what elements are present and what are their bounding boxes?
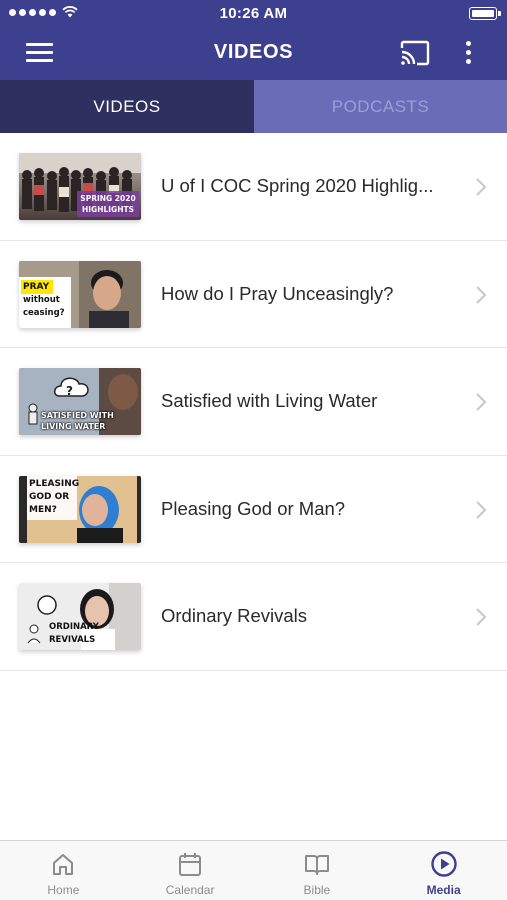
video-thumbnail: ORDINARY REVIVALS [19,583,141,650]
chevron-right-icon [476,178,487,196]
thumbnail-caption-line: GOD OR [29,491,70,502]
video-list-item[interactable]: ORDINARY REVIVALS Ordinary Revivals [0,563,507,671]
thumbnail-caption-line: MEN? [29,504,57,515]
thumbnail-caption-line: SPRING 2020 [80,194,136,203]
video-title: Ordinary Revivals [161,605,307,626]
book-icon [304,855,329,875]
chevron-right-icon [476,393,487,411]
svg-text:?: ? [66,384,73,398]
video-thumbnail: ? SATISFIED WITH LIVING WATER [19,368,141,435]
chevron-right-icon [476,608,487,626]
thumbnail-caption: ORDINARY REVIVALS [49,621,99,647]
thumbnail-caption-line: without [23,294,60,305]
bottom-tab-label: Media [426,883,461,897]
app-screen: 10:26 AM VIDEOS VIDEOS PODCASTS SPRING 2… [0,0,507,900]
nav-bar: VIDEOS [0,28,507,80]
video-thumbnail: SPRING 2020 HIGHLIGHTS [19,153,141,220]
thumbnail-caption-line: HIGHLIGHTS [81,205,135,214]
thumbnail-caption-line: ORDINARY [49,622,99,632]
home-icon [53,854,74,875]
thumbnail-caption-line: PLEASING [29,478,80,489]
thumbnail-caption-line: ceasing? [23,307,65,318]
video-thumbnail: PRAY without ceasing? [19,260,141,328]
tab-videos[interactable]: VIDEOS [0,80,254,133]
video-thumbnail: PLEASING GOD OR MEN? [19,475,141,543]
more-options-button[interactable] [458,39,478,67]
video-title: Pleasing God or Man? [161,497,346,519]
play-circle-icon [430,851,457,877]
thumbnail-caption-line: SATISFIED WITH [41,411,114,420]
segment-tabs: VIDEOS PODCASTS [0,80,507,133]
video-list: SPRING 2020 HIGHLIGHTS U of I COC Spring… [0,133,507,671]
video-title: Satisfied with Living Water [161,390,378,411]
video-list-item[interactable]: SPRING 2020 HIGHLIGHTS U of I COC Spring… [0,133,507,241]
bottom-tab-label: Home [47,883,80,897]
tab-podcasts[interactable]: PODCASTS [254,80,507,133]
bottom-tab-calendar[interactable]: Calendar [127,841,254,900]
chevron-right-icon [476,285,487,304]
calendar-icon [179,853,202,876]
thumbnail-caption-line: PRAY [23,281,50,292]
thumbnail-caption: PRAY without ceasing? [23,280,65,320]
thumbnail-caption: SPRING 2020 HIGHLIGHTS [77,193,139,215]
chevron-right-icon [476,500,487,519]
video-list-item[interactable]: PLEASING GOD OR MEN? Pleasing God or Man… [0,455,507,563]
status-bar: 10:26 AM [0,0,507,28]
thumbnail-caption: PLEASING GOD OR MEN? [29,478,79,517]
cast-icon [400,40,430,66]
cast-button[interactable] [399,39,431,67]
bottom-tab-label: Calendar [165,883,215,897]
bottom-tab-bar: Home Calendar Bible Media [0,840,507,900]
bottom-tab-label: Bible [303,883,331,897]
thumbnail-caption-line: REVIVALS [49,635,96,645]
video-list-item[interactable]: ? SATISFIED WITH LIVING WATER Satisfied … [0,348,507,456]
battery-icon [469,7,501,20]
bottom-tab-bible[interactable]: Bible [254,841,381,900]
bottom-tab-home[interactable]: Home [0,841,127,900]
status-time: 10:26 AM [219,5,288,22]
video-title: How do I Pray Unceasingly? [161,282,394,304]
thumbnail-caption: SATISFIED WITH LIVING WATER [41,410,114,432]
video-list-item[interactable]: PRAY without ceasing? How do I Pray Unce… [0,240,507,348]
thumbnail-caption-line: LIVING WATER [41,422,106,431]
bottom-tab-media[interactable]: Media [380,841,507,900]
video-title: U of I COC Spring 2020 Highlig... [161,175,434,196]
